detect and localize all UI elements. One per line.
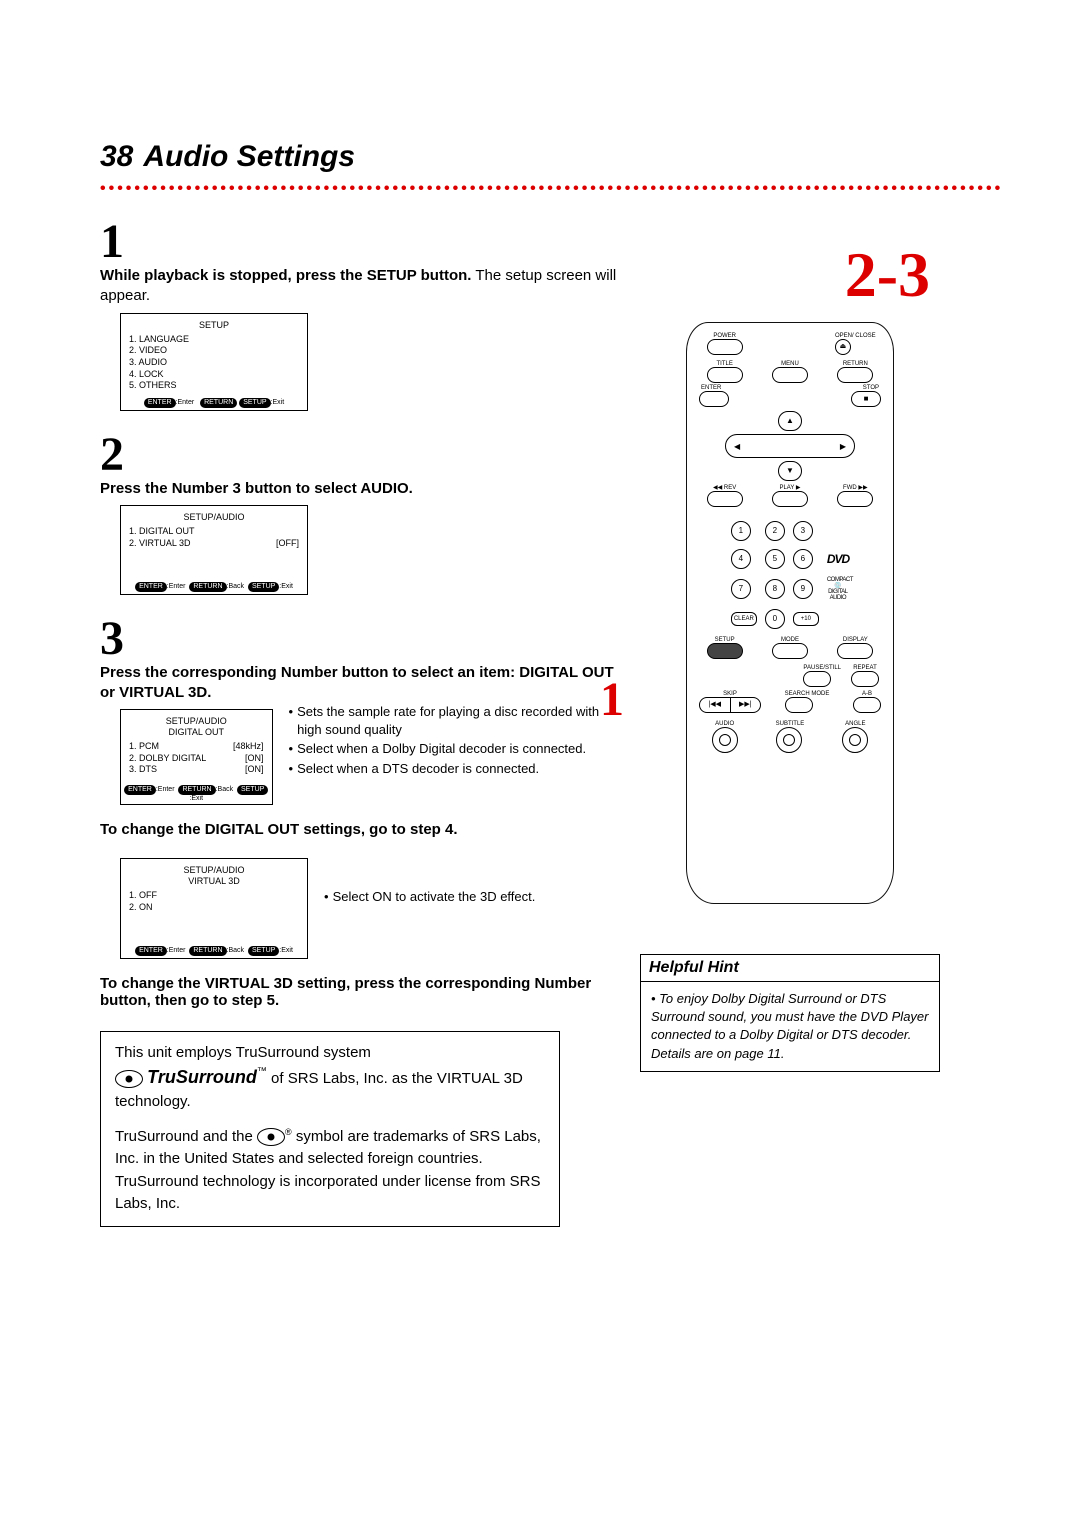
audio-button[interactable]: [712, 727, 738, 753]
search-mode-button[interactable]: [785, 697, 813, 713]
step-3-text: Press the corresponding Number button to…: [100, 663, 620, 704]
step-3-number: 3: [100, 615, 620, 663]
osd-audio: SETUP/AUDIO 1. DIGITAL OUT 2. VIRTUAL 3D…: [120, 505, 308, 594]
step-1-marker: 1: [600, 672, 624, 727]
dpad-right: ▶: [840, 442, 846, 451]
virtual-3d-callout: •Select ON to activate the 3D effect.: [324, 888, 535, 908]
plus10-button[interactable]: +10: [793, 612, 819, 626]
dvd-logo-icon: DVD: [827, 552, 849, 566]
rev-button[interactable]: [707, 491, 743, 507]
display-button[interactable]: [837, 643, 873, 659]
hint-body: • To enjoy Dolby Digital Surround or DTS…: [641, 982, 939, 1071]
num-6-button[interactable]: 6: [793, 549, 813, 569]
num-9-button[interactable]: 9: [793, 579, 813, 599]
power-button[interactable]: [707, 339, 743, 355]
clear-button[interactable]: CLEAR: [731, 612, 757, 626]
page-number: 38: [100, 140, 133, 174]
dpad-down: ▼: [778, 461, 802, 481]
trusurround-box: This unit employs TruSurround system Tru…: [100, 1031, 560, 1227]
compact-disc-logo-icon: COMPACT💿DIGITAL AUDIO: [827, 577, 849, 601]
page-title: Audio Settings: [143, 140, 355, 174]
dpad[interactable]: ▲ ▼ ◀ ▶: [725, 411, 855, 481]
mode-button[interactable]: [772, 643, 808, 659]
pause-button[interactable]: [803, 671, 831, 687]
steps-2-3-label: 2-3: [640, 238, 930, 312]
note-digital-out: To change the DIGITAL OUT settings, go t…: [100, 821, 620, 838]
num-5-button[interactable]: 5: [765, 549, 785, 569]
ab-button[interactable]: [853, 697, 881, 713]
play-button[interactable]: [772, 491, 808, 507]
num-0-button[interactable]: 0: [765, 609, 785, 629]
fwd-button[interactable]: [837, 491, 873, 507]
num-3-button[interactable]: 3: [793, 521, 813, 541]
remote-control: POWER OPEN/ CLOSE⏏ TITLE MENU RETURN ENT…: [686, 322, 894, 904]
subtitle-button[interactable]: [776, 727, 802, 753]
num-4-button[interactable]: 4: [731, 549, 751, 569]
osd-setup: SETUP 1. LANGUAGE 2. VIDEO 3. AUDIO 4. L…: [120, 313, 308, 411]
menu-button[interactable]: [772, 367, 808, 383]
title-button[interactable]: [707, 367, 743, 383]
step-1-text: While playback is stopped, press the SET…: [100, 266, 620, 307]
title-divider: ••••••••••••••••••••••••••••••••••••••••…: [100, 180, 1000, 198]
note-virtual-3d: To change the VIRTUAL 3D setting, press …: [100, 975, 620, 1009]
open-close-button[interactable]: ⏏: [835, 339, 851, 355]
step-2-text: Press the Number 3 button to select AUDI…: [100, 479, 620, 499]
enter-button[interactable]: [699, 391, 729, 407]
stop-button[interactable]: ■: [851, 391, 881, 407]
srs-symbol-icon: [257, 1128, 285, 1146]
srs-symbol-icon: [115, 1070, 143, 1088]
skip-buttons[interactable]: |◀◀▶▶|: [699, 697, 761, 713]
angle-button[interactable]: [842, 727, 868, 753]
digital-out-callouts: •Sets the sample rate for playing a disc…: [289, 703, 621, 779]
helpful-hint-box: Helpful Hint • To enjoy Dolby Digital Su…: [640, 954, 940, 1072]
num-2-button[interactable]: 2: [765, 521, 785, 541]
dpad-left: ◀: [734, 442, 740, 451]
num-8-button[interactable]: 8: [765, 579, 785, 599]
osd-digital-out: SETUP/AUDIO DIGITAL OUT 1. PCM[48kHz] 2.…: [120, 709, 273, 805]
repeat-button[interactable]: [851, 671, 879, 687]
setup-button[interactable]: [707, 643, 743, 659]
step-1-number: 1: [100, 218, 620, 266]
num-1-button[interactable]: 1: [731, 521, 751, 541]
osd-virtual-3d: SETUP/AUDIO VIRTUAL 3D 1. OFF 2. ON ENTE…: [120, 858, 308, 958]
step-2-number: 2: [100, 431, 620, 479]
return-button[interactable]: [837, 367, 873, 383]
dpad-up: ▲: [778, 411, 802, 431]
hint-title: Helpful Hint: [641, 955, 939, 982]
num-7-button[interactable]: 7: [731, 579, 751, 599]
